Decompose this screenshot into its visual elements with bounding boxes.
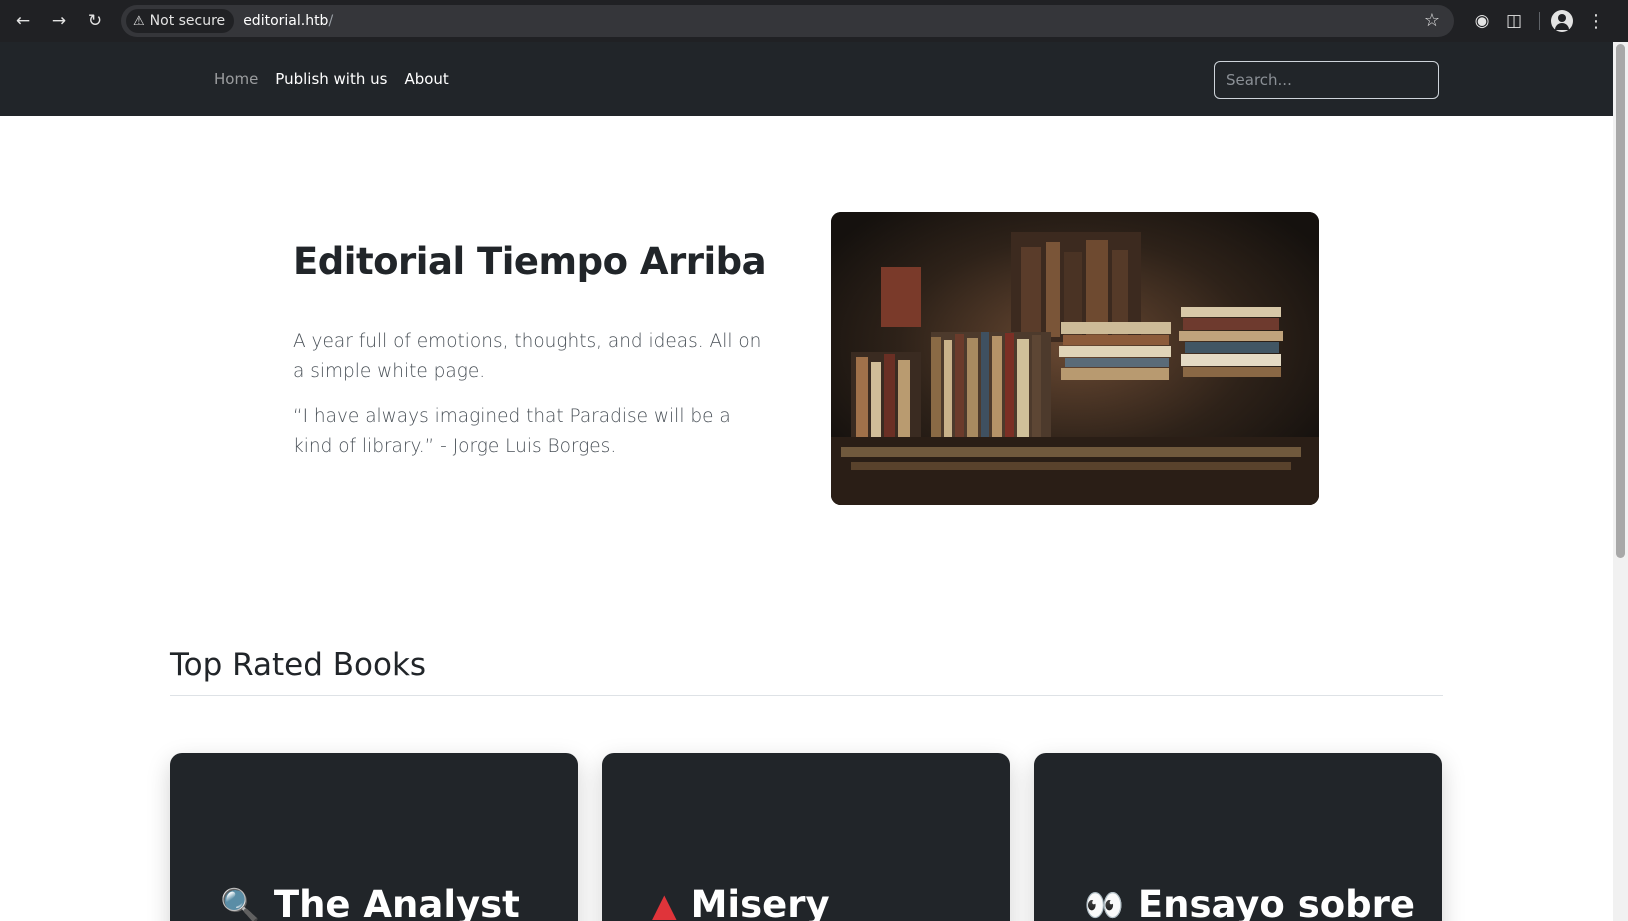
back-icon[interactable]: ← — [9, 7, 37, 35]
red-triangle-icon: ▲ — [652, 885, 677, 921]
nav-link-home[interactable]: Home — [214, 70, 258, 88]
security-label: Not secure — [149, 13, 226, 29]
section-divider — [170, 695, 1443, 696]
forward-icon[interactable]: → — [45, 7, 73, 35]
extension-puzzle-icon[interactable]: ◫ — [1498, 7, 1530, 35]
profile-icon[interactable] — [1551, 10, 1573, 32]
url-host: editorial.htb — [243, 13, 329, 29]
site-navbar: Home Publish with us About — [0, 42, 1613, 116]
nav-link-publish[interactable]: Publish with us — [275, 70, 387, 88]
cookie-extension-icon[interactable]: ◉ — [1466, 7, 1498, 35]
hero-title: Editorial Tiempo Arriba — [293, 240, 767, 283]
search-input[interactable] — [1214, 61, 1439, 99]
book-title: Ensayo sobre — [1137, 883, 1416, 921]
hero-quote: “I have always imagined that Paradise wi… — [293, 406, 731, 457]
book-title: Misery — [690, 883, 830, 921]
warning-icon: ⚠ — [133, 13, 145, 29]
bookshelf-image — [831, 212, 1319, 505]
nav-link-about[interactable]: About — [404, 70, 448, 88]
magnifier-icon: 🔍 — [220, 885, 260, 921]
address-bar[interactable]: ⚠ Not secure editorial.htb/ ☆ — [121, 5, 1454, 37]
book-card[interactable]: ▲ Misery — [602, 753, 1010, 921]
url-path: / — [328, 13, 334, 29]
book-card[interactable]: 👀 Ensayo sobre — [1034, 753, 1442, 921]
eyes-icon: 👀 — [1084, 885, 1124, 921]
page-viewport: Home Publish with us About Editorial Tie… — [0, 42, 1613, 921]
site-info-chip[interactable]: ⚠ Not secure — [126, 9, 235, 33]
menu-kebab-icon[interactable]: ⋮ — [1587, 11, 1605, 32]
book-card[interactable]: 🔍 The Analyst — [170, 753, 578, 921]
book-title: The Analyst — [273, 883, 520, 921]
star-icon[interactable]: ☆ — [1424, 10, 1440, 31]
url-text[interactable]: editorial.htb/ — [243, 13, 333, 29]
reload-icon[interactable]: ↻ — [81, 7, 109, 35]
hero-lead: A year full of emotions, thoughts, and i… — [293, 331, 762, 382]
page-scrollbar[interactable] — [1613, 42, 1628, 921]
toolbar-divider — [1539, 12, 1540, 30]
browser-toolbar: ← → ↻ ⚠ Not secure editorial.htb/ ☆ ◉ ◫ … — [0, 0, 1628, 42]
section-title-top-rated: Top Rated Books — [170, 647, 427, 683]
scrollbar-thumb[interactable] — [1616, 44, 1625, 558]
